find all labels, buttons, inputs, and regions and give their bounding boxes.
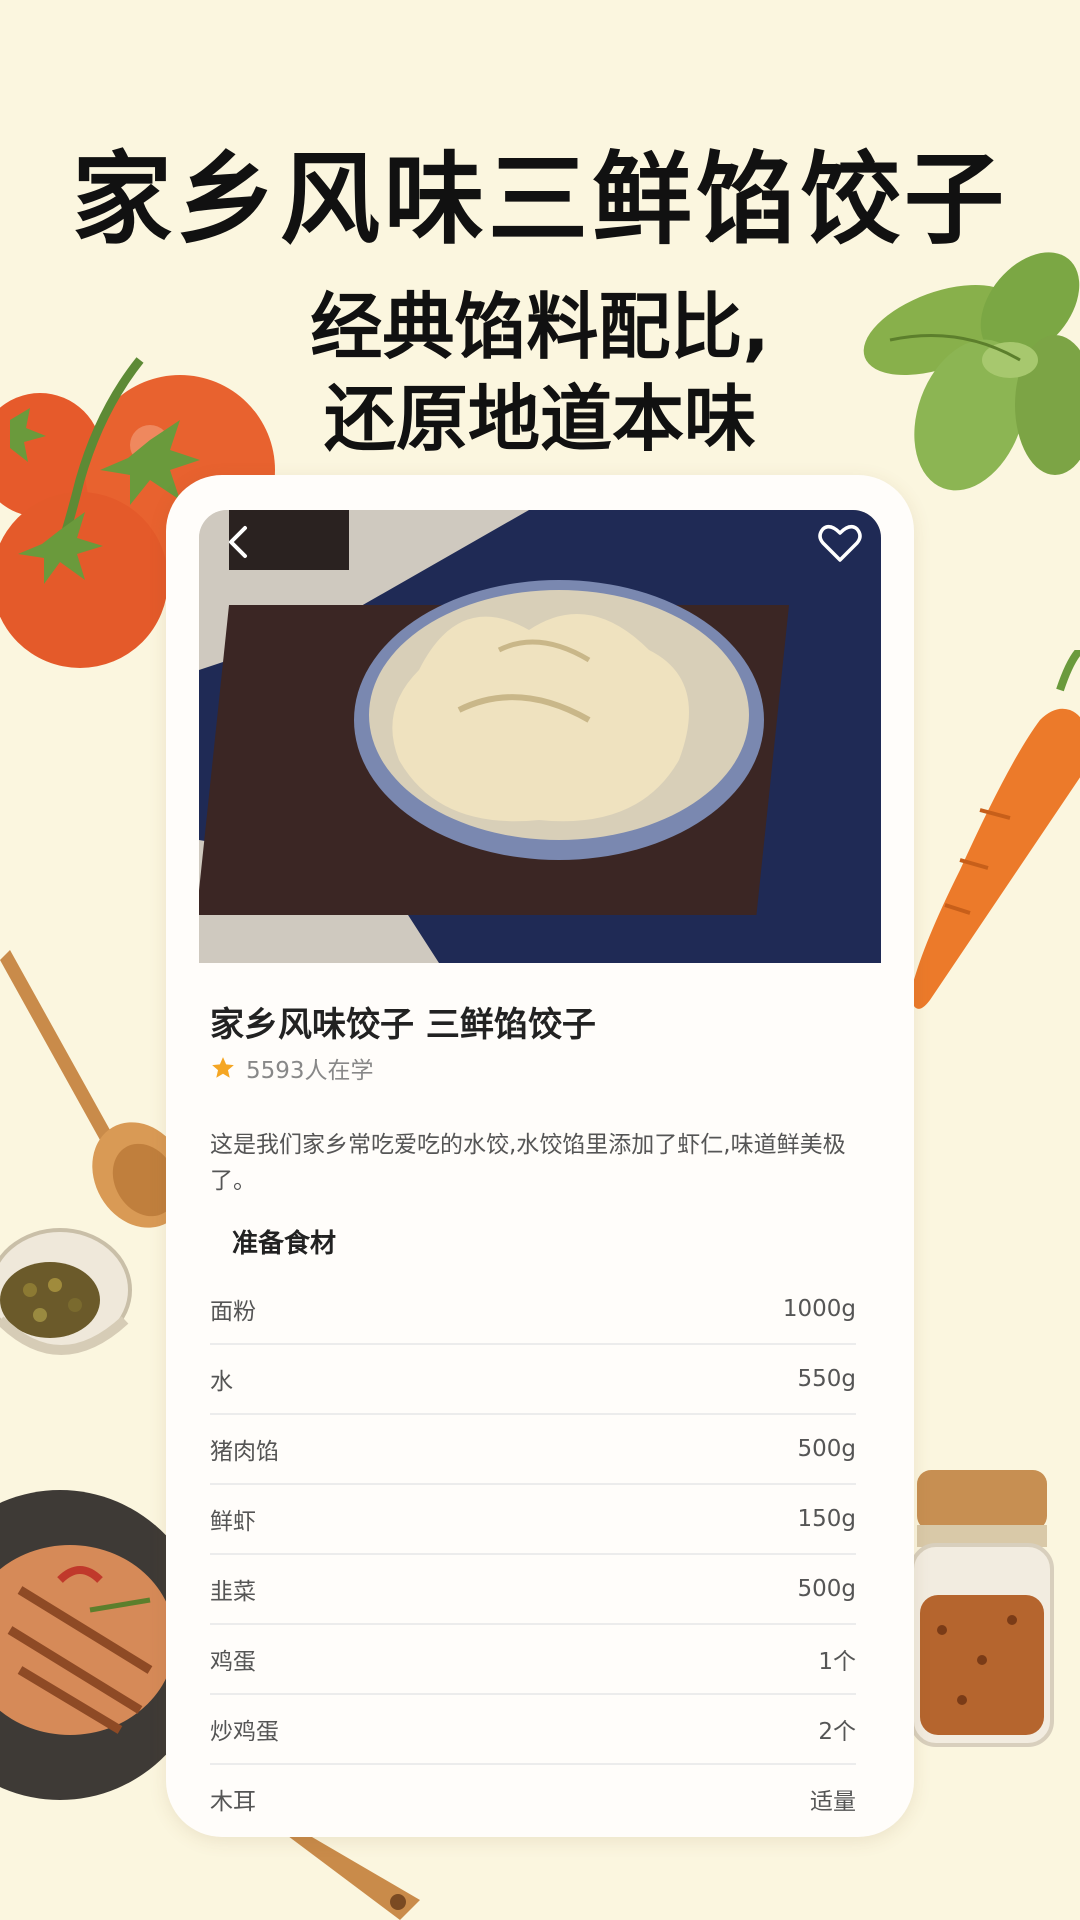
heart-icon[interactable] <box>815 518 865 568</box>
recipe-card: 家乡风味饺子 三鲜馅饺子 5593人在学 这是我们家乡常吃爱吃的水饺,水饺馅里添… <box>166 475 914 1837</box>
ingredient-row: 炒鸡蛋 2个 <box>210 1695 856 1765</box>
steak-pan-illustration <box>0 1490 170 1800</box>
ingredient-amount: 150g <box>797 1506 857 1532</box>
ingredient-amount: 适量 <box>810 1789 856 1815</box>
ingredient-amount: 2个 <box>818 1719 856 1745</box>
ingredient-row: 鸡蛋 1个 <box>210 1625 856 1695</box>
promo-headline: 家乡风味三鲜馅饺子 <box>72 141 1008 258</box>
learners-row: 5593人在学 <box>210 1051 374 1085</box>
pepper-bowl-illustration <box>0 1228 132 1355</box>
spice-jar-illustration <box>912 1470 1054 1747</box>
ingredient-row: 木耳 适量 <box>210 1765 856 1833</box>
ingredient-row: 水 550g <box>210 1345 856 1415</box>
ingredient-amount: 500g <box>797 1576 857 1602</box>
ingredient-name: 鸡蛋 <box>210 1649 256 1675</box>
ingredient-name: 炒鸡蛋 <box>210 1719 279 1745</box>
ingredient-amount: 550g <box>797 1366 857 1392</box>
carrot-illustration <box>910 650 1080 1009</box>
recipe-title: 家乡风味饺子 三鲜馅饺子 <box>210 1005 596 1045</box>
back-arrow-icon[interactable] <box>217 520 261 564</box>
ingredient-row: 猪肉馅 500g <box>210 1415 856 1485</box>
recipe-description: 这是我们家乡常吃爱吃的水饺,水饺馅里添加了虾仁,味道鲜美极了。 <box>210 1132 846 1194</box>
ingredient-amount: 1000g <box>782 1296 856 1322</box>
ingredient-amount: 500g <box>797 1436 857 1462</box>
wooden-spoon-illustration <box>0 950 180 1228</box>
learners-count: 5593人在学 <box>246 1058 374 1084</box>
ingredient-name: 韭菜 <box>210 1579 256 1605</box>
promo-subline-2: 还原地道本味 <box>323 377 756 461</box>
ingredient-name: 面粉 <box>210 1299 256 1325</box>
ingredient-name: 水 <box>210 1369 233 1395</box>
spoon-handle-illustration <box>280 1830 420 1920</box>
ingredient-name: 猪肉馅 <box>210 1439 279 1465</box>
ingredient-row: 面粉 1000g <box>210 1275 856 1345</box>
ingredients-list: 面粉 1000g 水 550g 猪肉馅 500g 鲜虾 150g 韭菜 500g… <box>210 1275 856 1833</box>
star-icon <box>212 1057 234 1078</box>
ingredients-title: 准备食材 <box>232 1229 337 1259</box>
ingredient-amount: 1个 <box>818 1649 856 1675</box>
recipe-photo <box>199 510 881 963</box>
ingredient-row: 韭菜 500g <box>210 1555 856 1625</box>
promo-subline-1: 经典馅料配比, <box>310 285 770 369</box>
ingredient-row: 鲜虾 150g <box>210 1485 856 1555</box>
ingredient-name: 鲜虾 <box>210 1509 256 1535</box>
ingredient-name: 木耳 <box>210 1789 256 1815</box>
